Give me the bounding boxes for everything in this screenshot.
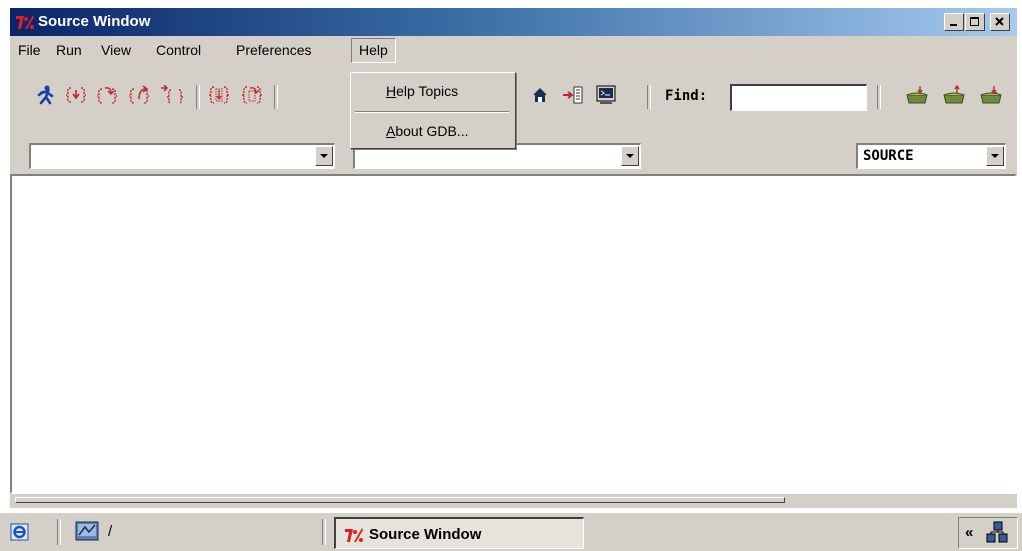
menu-item-about-gdb-label: About GDB...	[386, 123, 469, 139]
chevron-down-icon	[320, 154, 328, 158]
stack-down-button[interactable]	[904, 84, 930, 106]
close-icon	[995, 17, 1004, 26]
close-button[interactable]	[990, 13, 1010, 31]
mode-combobox-dropdown-button[interactable]	[986, 146, 1004, 166]
network-connection-icon[interactable]	[985, 521, 1009, 545]
menu-help[interactable]: Help	[351, 38, 396, 63]
taskbar-separator	[57, 519, 61, 545]
menu-file[interactable]: File	[18, 42, 41, 58]
menu-bar: File Run View Control Preferences Help	[10, 36, 1017, 64]
horizontal-scrollbar[interactable]	[15, 497, 1010, 507]
internet-explorer-icon	[10, 523, 29, 541]
chevron-down-icon	[626, 154, 634, 158]
run-button[interactable]	[34, 84, 56, 106]
scrollbar-thumb[interactable]	[15, 497, 785, 503]
run-icon	[37, 85, 54, 105]
taskbar: / Source Window «	[0, 511, 1022, 551]
mnemonic-letter: A	[386, 123, 396, 139]
maximize-icon	[970, 17, 979, 26]
minimize-button[interactable]	[944, 13, 964, 31]
stepi-button[interactable]	[206, 84, 232, 106]
chevron-down-icon	[991, 154, 999, 158]
console-button[interactable]	[594, 84, 618, 106]
menu-item-help-topics-label: Help Topics	[386, 83, 458, 99]
home-button[interactable]	[529, 84, 551, 106]
find-input[interactable]	[730, 84, 867, 111]
console-icon	[596, 85, 616, 104]
stack-down-icon	[906, 86, 928, 104]
finish-icon	[128, 85, 150, 104]
maximize-button[interactable]	[965, 13, 985, 31]
stack-up-icon	[943, 85, 965, 104]
network-drive-button[interactable]	[74, 520, 102, 544]
step-button[interactable]	[64, 84, 88, 106]
source-text-pane[interactable]	[10, 174, 1017, 494]
menu-item-text: bout GDB...	[395, 123, 469, 139]
stack-bottom-button[interactable]	[978, 84, 1004, 106]
finish-button[interactable]	[127, 84, 151, 106]
help-dropdown-menu: Help Topics About GDB...	[350, 72, 516, 149]
tk-app-icon	[16, 15, 34, 29]
stepi-icon	[208, 86, 230, 104]
menu-control[interactable]: Control	[156, 42, 201, 58]
nexti-icon	[241, 86, 263, 104]
address-text: /	[108, 523, 113, 540]
find-label: Find:	[665, 88, 708, 104]
stack-up-button[interactable]	[941, 84, 967, 106]
minimize-icon	[950, 24, 957, 26]
home-icon	[533, 88, 547, 102]
next-icon	[96, 87, 118, 104]
menu-preferences[interactable]: Preferences	[236, 42, 311, 58]
mnemonic-letter: H	[386, 83, 397, 99]
tk-app-icon	[345, 528, 363, 542]
step-icon	[65, 87, 87, 103]
mode-combobox-value: SOURCE	[863, 148, 914, 164]
menu-item-text: elp Topics	[396, 83, 459, 99]
nexti-button[interactable]	[239, 84, 265, 106]
network-drive-icon	[75, 521, 99, 541]
tray-expand-chevron[interactable]: «	[965, 524, 973, 541]
mode-combobox[interactable]: SOURCE	[856, 143, 1006, 169]
continue-button[interactable]	[158, 84, 184, 106]
taskbar-separator	[322, 519, 326, 545]
toolbar-separator	[877, 85, 881, 109]
menu-item-help-topics[interactable]: Help Topics	[351, 75, 515, 107]
next-button[interactable]	[95, 84, 119, 106]
menu-separator	[355, 111, 509, 113]
continue-icon	[161, 85, 183, 104]
toolbar-separator	[274, 85, 278, 109]
file-combobox-dropdown-button[interactable]	[621, 146, 639, 166]
toolbar-separator	[196, 85, 200, 109]
function-combobox[interactable]	[29, 143, 335, 169]
desktop-quicklaunch-button[interactable]	[8, 521, 32, 543]
taskbar-button-source-window[interactable]: Source Window	[334, 517, 584, 549]
system-tray: «	[958, 517, 1018, 549]
title-bar[interactable]: Source Window	[10, 8, 1017, 36]
function-combobox-dropdown-button[interactable]	[315, 146, 333, 166]
menu-view[interactable]: View	[101, 42, 131, 58]
goto-line-button[interactable]	[561, 84, 585, 106]
menu-run[interactable]: Run	[56, 42, 82, 58]
toolbar-separator	[647, 85, 651, 109]
taskbar-button-label: Source Window	[369, 526, 482, 543]
window-title: Source Window	[38, 13, 151, 30]
goto-line-icon	[563, 86, 583, 104]
menu-item-about-gdb[interactable]: About GDB...	[351, 115, 515, 147]
stack-bottom-icon	[980, 86, 1002, 104]
